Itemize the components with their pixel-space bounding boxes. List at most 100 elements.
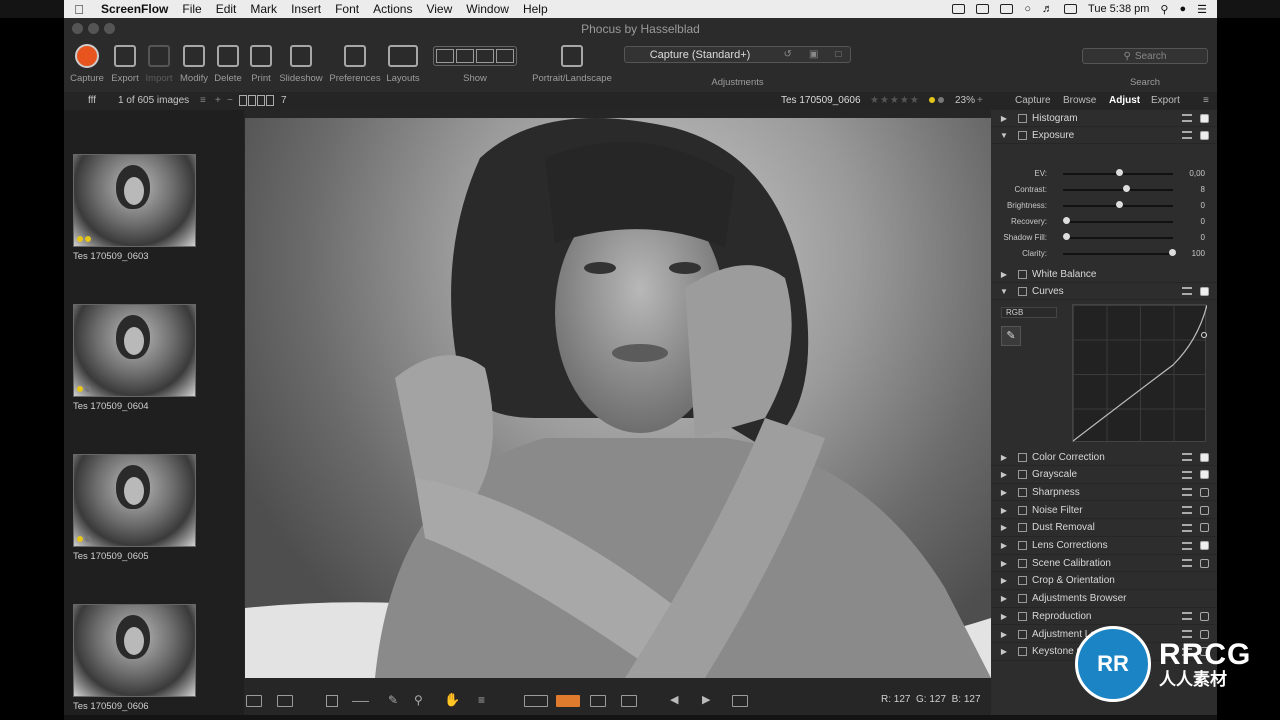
tab-export[interactable]: Export <box>1151 95 1180 106</box>
exposure-slider-row[interactable]: EV: 0,00 <box>991 166 1217 182</box>
slider-track[interactable] <box>1063 189 1173 191</box>
tool-enable-checkbox[interactable] <box>1200 523 1209 533</box>
tool-white-balance[interactable]: ▶ White Balance <box>991 266 1217 283</box>
tool-menu-icon[interactable] <box>1182 131 1192 139</box>
tool-menu-icon[interactable] <box>1182 523 1192 532</box>
tool-enable-checkbox[interactable] <box>1200 505 1209 515</box>
tab-capture[interactable]: Capture <box>1015 95 1051 106</box>
notification-center-icon[interactable]: ☰ <box>1197 3 1207 16</box>
tool-enable-checkbox[interactable] <box>1200 558 1209 568</box>
expand-icon[interactable]: ▶ <box>996 630 1012 639</box>
tool-row[interactable]: ▶ Crop & Orientation <box>991 573 1217 590</box>
loupe-tool-icon[interactable]: ⚲ <box>414 693 423 707</box>
tool-enable-checkbox[interactable] <box>1200 611 1209 621</box>
focus-mask-icon[interactable] <box>556 695 580 707</box>
wifi-icon[interactable]: ○ <box>1024 3 1031 15</box>
tool-row[interactable]: ▶ Adjustments Browser <box>991 591 1217 608</box>
tool-enable-checkbox[interactable] <box>1200 130 1209 140</box>
slider-knob[interactable] <box>1116 169 1123 176</box>
exposure-slider-row[interactable]: Brightness: 0 <box>991 198 1217 214</box>
thumbnail-item[interactable]: Tes 170509_0604 <box>73 304 196 412</box>
tool-row[interactable]: ▶ Color Correction <box>991 449 1217 466</box>
expand-icon[interactable]: ▶ <box>996 470 1012 479</box>
portrait-landscape-button[interactable]: Portrait/Landscape <box>528 40 616 84</box>
preferences-button[interactable]: Preferences <box>328 40 382 84</box>
slider-track[interactable] <box>1063 253 1173 255</box>
zoom-in-icon[interactable]: + <box>215 95 221 106</box>
tool-menu-icon[interactable] <box>1182 612 1192 621</box>
tool-enable-checkbox[interactable] <box>1200 452 1209 462</box>
curve-eyedropper-icon[interactable]: ✎ <box>1001 326 1021 346</box>
menu-help[interactable]: Help <box>516 2 555 16</box>
tool-menu-icon[interactable] <box>1182 114 1192 122</box>
expand-icon[interactable]: ▶ <box>996 594 1012 603</box>
exposure-slider-row[interactable]: Contrast: 8 <box>991 182 1217 198</box>
thumbnail-item[interactable]: Tes 170509_0605 <box>73 454 196 562</box>
more-tools-icon[interactable]: ≡ <box>478 693 485 707</box>
menu-file[interactable]: File <box>175 2 208 16</box>
expand-icon[interactable]: ▶ <box>996 506 1012 515</box>
tool-enable-checkbox[interactable] <box>1200 487 1209 497</box>
show-control[interactable]: Show <box>430 40 520 84</box>
slider-knob[interactable] <box>1063 233 1070 240</box>
rating-stars[interactable]: ★★★★★ <box>870 95 920 106</box>
single-view-icon[interactable] <box>277 695 293 707</box>
tool-enable-checkbox[interactable] <box>1200 541 1209 550</box>
tool-menu-icon[interactable] <box>1182 470 1192 479</box>
tab-browse[interactable]: Browse <box>1063 95 1096 106</box>
slider-value[interactable]: 0 <box>1201 201 1205 210</box>
mask-overlay-icon[interactable] <box>621 695 637 707</box>
tool-menu-icon[interactable] <box>1182 506 1192 515</box>
thumbnail-item[interactable]: Tes 170509_0603 <box>73 154 196 262</box>
exposure-slider-row[interactable]: Recovery: 0 <box>991 214 1217 230</box>
slider-value[interactable]: 100 <box>1192 249 1205 258</box>
previous-image-icon[interactable]: ◀ <box>670 693 678 706</box>
main-photo[interactable] <box>245 118 991 678</box>
tool-enable-checkbox[interactable] <box>1200 113 1209 123</box>
slideshow-button[interactable]: Slideshow <box>278 40 324 84</box>
zoom-out-icon[interactable]: − <box>227 95 233 106</box>
compare-icon[interactable]: ▣ <box>809 49 818 60</box>
search-field[interactable]: ⚲ Search <box>1082 48 1208 64</box>
expand-icon[interactable]: ▶ <box>996 114 1012 123</box>
tool-row[interactable]: ▶ Reproduction <box>991 608 1217 626</box>
tool-histogram[interactable]: ▶ Histogram <box>991 110 1217 127</box>
expand-icon[interactable]: ▶ <box>996 270 1012 279</box>
viewer-zoom-in-icon[interactable]: + <box>977 95 983 106</box>
menu-window[interactable]: Window <box>459 2 516 16</box>
expand-icon[interactable]: ▶ <box>996 541 1012 550</box>
capture-button[interactable]: Capture <box>70 40 104 84</box>
expand-icon[interactable]: ▶ <box>996 559 1012 568</box>
curve-graph[interactable] <box>1072 304 1208 442</box>
exposure-warning-icon[interactable] <box>524 695 548 707</box>
layouts-button[interactable]: Layouts <box>384 40 422 84</box>
expand-icon[interactable]: ▶ <box>996 576 1012 585</box>
fullscreen-icon[interactable] <box>732 695 748 707</box>
expand-icon[interactable]: ▶ <box>996 647 1012 656</box>
expand-icon[interactable]: ▶ <box>996 612 1012 621</box>
crop-tool-icon[interactable] <box>326 695 338 707</box>
tool-row[interactable]: ▶ Dust Removal <box>991 520 1217 537</box>
next-image-icon[interactable]: ▶ <box>702 693 710 706</box>
copy-adjust-icon[interactable]: □ <box>835 49 841 60</box>
menu-edit[interactable]: Edit <box>209 2 244 16</box>
slider-value[interactable]: 0,00 <box>1189 169 1205 178</box>
import-button[interactable]: Import <box>144 40 174 84</box>
delete-button[interactable]: Delete <box>213 40 243 84</box>
menu-view[interactable]: View <box>419 2 459 16</box>
menu-insert[interactable]: Insert <box>284 2 328 16</box>
sort-menu-icon[interactable]: ≡ <box>200 95 206 106</box>
spotlight-icon[interactable]: ⚲ <box>1160 3 1168 16</box>
hand-tool-icon[interactable]: ✋ <box>444 692 460 708</box>
tool-row[interactable]: ▶ Sharpness <box>991 484 1217 502</box>
tool-enable-checkbox[interactable] <box>1200 470 1209 480</box>
tool-menu-icon[interactable] <box>1182 559 1192 568</box>
menu-actions[interactable]: Actions <box>366 2 419 16</box>
tool-menu-icon[interactable] <box>1182 287 1192 295</box>
collapse-icon[interactable]: ▼ <box>996 131 1012 140</box>
collapse-icon[interactable]: ▼ <box>996 287 1012 296</box>
exposure-slider-row[interactable]: Shadow Fill: 0 <box>991 230 1217 246</box>
tool-menu-icon[interactable] <box>1182 453 1192 461</box>
tool-menu-icon[interactable] <box>1182 488 1192 497</box>
slider-knob[interactable] <box>1116 201 1123 208</box>
